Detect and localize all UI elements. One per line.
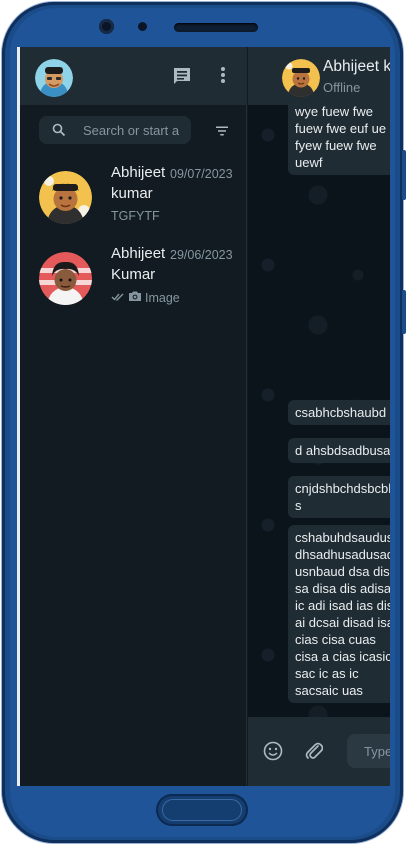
attach-icon[interactable] [305,740,324,767]
home-button[interactable] [156,794,248,826]
message-bubble: wye fuew fwe fuew fwe euf ue fyew fuew f… [288,105,390,175]
message-bubble: csabhcbshaubd [288,400,390,425]
new-chat-icon[interactable] [172,66,192,91]
double-check-icon [111,291,125,305]
profile-avatar[interactable] [35,59,73,97]
chat-preview-text: Image [145,290,180,305]
filter-icon[interactable] [215,124,229,142]
front-camera [99,19,114,34]
contact-avatar [39,252,92,305]
message-area[interactable]: wye fuew fwe fuew fwe euf ue fyew fuew f… [248,105,390,717]
conversation-panel: wye fuew fwe fuew fwe euf ue fyew fuew f… [248,47,390,786]
search-icon [52,123,66,142]
menu-dots-icon[interactable] [220,66,226,89]
conversation-header[interactable]: Abhijeet kumar Offline [248,47,390,105]
message-bubble: d ahsbdsadbusad [288,438,390,463]
app-screen: Abhijeet kumar 09/07/2023 TGFYTF [17,47,390,786]
chat-preview: Image [111,290,180,305]
chat-name: Abhijeet Kumar [111,245,166,283]
chat-list-header [20,47,247,105]
message-composer [248,717,390,786]
contact-header-avatar[interactable] [282,59,320,97]
proximity-sensor [138,22,147,31]
contact-name: Abhijeet kumar [323,58,390,75]
search-input[interactable] [83,116,183,144]
phone-side-button [402,150,406,200]
chat-date: 29/06/2023 [170,248,233,262]
message-input[interactable] [347,734,390,768]
earpiece-speaker [174,23,258,32]
contact-status: Offline [323,80,361,95]
search-bar [39,116,191,144]
phone-volume-button [402,290,406,334]
camera-icon [128,290,142,305]
message-bubble: cshabuhdsaudusad dhsadhusadusad usnbaud … [288,525,390,703]
emoji-icon[interactable] [263,741,283,766]
contact-avatar [39,171,92,224]
chat-preview: TGFYTF [111,209,160,223]
chat-list-panel: Abhijeet kumar 09/07/2023 TGFYTF [20,47,247,786]
chat-name: Abhijeet kumar [111,164,166,202]
chat-list-item[interactable]: Abhijeet kumar 09/07/2023 TGFYTF [20,157,247,237]
chat-preview-text: TGFYTF [111,209,160,223]
chat-date: 09/07/2023 [170,167,233,181]
chat-list-item[interactable]: Abhijeet Kumar 29/06/2023 Image [20,238,247,318]
message-bubble: cnjdshbchdsbcbhds s [288,476,390,518]
